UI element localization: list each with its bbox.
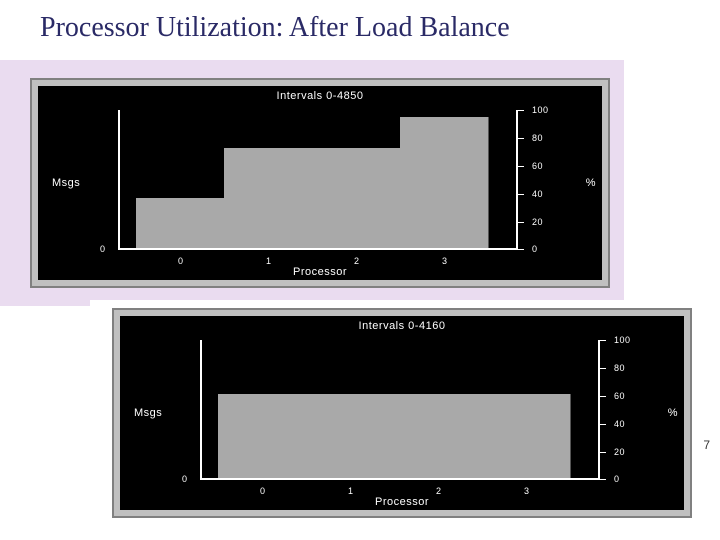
chart-2-xtick-2: 2 bbox=[436, 486, 442, 496]
chart-2-rtick-20: 20 bbox=[614, 447, 625, 457]
tick bbox=[518, 110, 524, 111]
chart-2-title: Intervals 0-4160 bbox=[359, 320, 446, 332]
chart-1-right-axis-label: % bbox=[586, 177, 596, 189]
tick bbox=[600, 479, 606, 480]
chart-2-x-axis-label: Processor bbox=[375, 496, 429, 508]
chart-2-right-axis-label: % bbox=[668, 407, 678, 419]
chart-1-rtick-80: 80 bbox=[532, 133, 543, 143]
chart-1-left-tick-0: 0 bbox=[100, 244, 106, 254]
axis-line bbox=[118, 248, 518, 250]
chart-1-title: Intervals 0-4850 bbox=[277, 90, 364, 102]
chart-2-rtick-80: 80 bbox=[614, 363, 625, 373]
page-title: Processor Utilization: After Load Balanc… bbox=[40, 12, 510, 44]
chart-2-rtick-40: 40 bbox=[614, 419, 625, 429]
bar-2 bbox=[394, 394, 483, 478]
tick bbox=[518, 249, 524, 250]
bar-0 bbox=[218, 394, 307, 478]
chart-1-canvas: Intervals 0-4850 Msgs % Processor bbox=[38, 86, 602, 280]
tick bbox=[518, 166, 524, 167]
chart-1-rtick-20: 20 bbox=[532, 217, 543, 227]
chart-1-xtick-2: 2 bbox=[354, 256, 360, 266]
chart-2-plot bbox=[200, 340, 600, 480]
chart-1-rtick-100: 100 bbox=[532, 105, 549, 115]
tick bbox=[600, 396, 606, 397]
axis-line bbox=[200, 478, 600, 480]
chart-2-xtick-1: 1 bbox=[348, 486, 354, 496]
tick bbox=[600, 340, 606, 341]
chart-2-canvas: Intervals 0-4160 Msgs % Processor 0 bbox=[120, 316, 684, 510]
chart-2-frame: Intervals 0-4160 Msgs % Processor 0 bbox=[112, 308, 692, 518]
chart-2-xtick-0: 0 bbox=[260, 486, 266, 496]
axis-line bbox=[200, 340, 202, 480]
tick bbox=[518, 222, 524, 223]
bar-1 bbox=[224, 148, 313, 248]
chart-1-rtick-0: 0 bbox=[532, 244, 538, 254]
chart-1-xtick-3: 3 bbox=[442, 256, 448, 266]
axis-line bbox=[118, 110, 120, 250]
chart-2-xtick-3: 3 bbox=[524, 486, 530, 496]
bar-2 bbox=[312, 148, 401, 248]
chart-1-xtick-0: 0 bbox=[178, 256, 184, 266]
chart-2-left-tick-0: 0 bbox=[182, 474, 188, 484]
chart-1-rtick-60: 60 bbox=[532, 161, 543, 171]
chart-2-rtick-0: 0 bbox=[614, 474, 620, 484]
chart-1-frame: Intervals 0-4850 Msgs % Processor bbox=[30, 78, 610, 288]
chart-2-rtick-100: 100 bbox=[614, 335, 631, 345]
chart-2-left-axis-label: Msgs bbox=[134, 407, 162, 419]
chart-1-xtick-1: 1 bbox=[266, 256, 272, 266]
tick bbox=[518, 138, 524, 139]
chart-1-left-axis-label: Msgs bbox=[52, 177, 80, 189]
bar-3 bbox=[400, 117, 489, 248]
slide: Processor Utilization: After Load Balanc… bbox=[0, 0, 720, 540]
chart-1-x-axis-label: Processor bbox=[293, 266, 347, 278]
tick bbox=[518, 194, 524, 195]
axis-line bbox=[598, 340, 600, 480]
page-number: 7 bbox=[703, 438, 710, 452]
chart-2-rtick-60: 60 bbox=[614, 391, 625, 401]
chart-1-plot bbox=[118, 110, 518, 250]
bar-3 bbox=[482, 394, 571, 478]
bar-1 bbox=[306, 394, 395, 478]
tick bbox=[600, 424, 606, 425]
axis-line bbox=[516, 110, 518, 250]
tick bbox=[600, 452, 606, 453]
bar-0 bbox=[136, 198, 225, 248]
chart-1-rtick-40: 40 bbox=[532, 189, 543, 199]
tick bbox=[600, 368, 606, 369]
